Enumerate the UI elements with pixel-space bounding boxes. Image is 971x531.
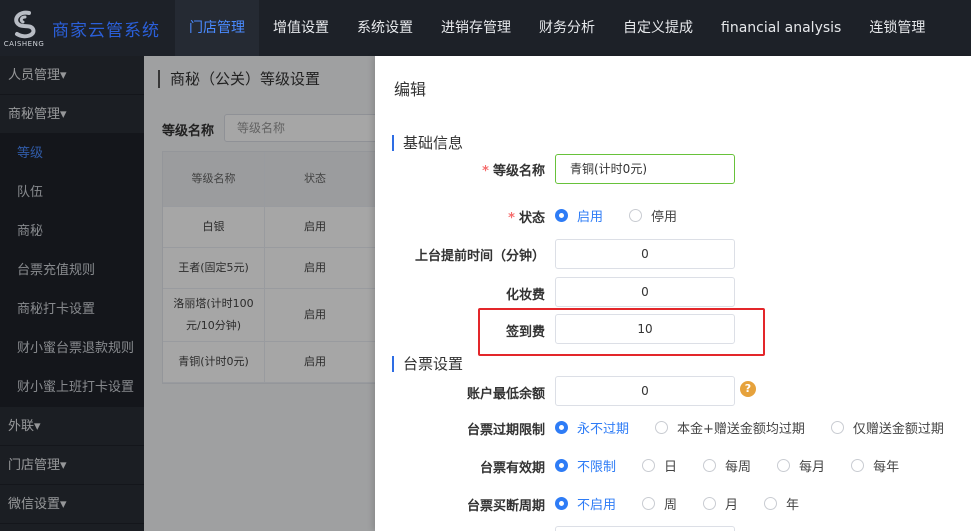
radio-checked-icon — [555, 459, 568, 472]
validity-radio-week[interactable]: 每周 — [703, 456, 751, 475]
level-name-label: * 等级名称 — [375, 160, 545, 179]
edit-drawer: 编辑 基础信息 * 等级名称 青铜(计时0元) * 状态 启用 停用 上台提前时间（… — [375, 56, 971, 531]
radio-label: 月 — [725, 498, 739, 513]
section-ticket-settings: 台票设置 — [392, 356, 463, 372]
nav-financial-analysis-en[interactable]: financial analysis — [707, 0, 855, 56]
radio-unchecked-icon — [655, 421, 669, 434]
logo-mark: CAISHENG — [3, 6, 45, 50]
logo[interactable]: CAISHENG 商家云管系统 — [0, 0, 175, 56]
makeup-fee-input[interactable]: 0 — [555, 277, 735, 307]
top-navbar: CAISHENG 商家云管系统 门店管理 增值设置 系统设置 进销存管理 财务分… — [0, 0, 971, 56]
expire-limit-radio-group: 永不过期 本金+赠送金额均过期 仅赠送金额过期 — [555, 418, 970, 437]
radio-label: 启用 — [577, 210, 604, 225]
required-mark: * — [508, 211, 515, 226]
radio-unchecked-icon — [830, 421, 844, 434]
buyout-radio-week[interactable]: 周 — [642, 494, 677, 513]
status-radio-disabled[interactable]: 停用 — [629, 206, 677, 225]
level-name-label-text: 等级名称 — [492, 164, 545, 179]
radio-unchecked-icon — [629, 209, 643, 222]
validity-radio-year[interactable]: 每年 — [851, 456, 899, 475]
radio-checked-icon — [555, 421, 568, 434]
buyout-radio-year[interactable]: 年 — [764, 494, 799, 513]
section-basic-info: 基础信息 — [392, 135, 463, 151]
min-balance-label: 账户最低余额 — [466, 387, 545, 402]
nav-value-added-settings[interactable]: 增值设置 — [259, 0, 343, 56]
top-menu: 门店管理 增值设置 系统设置 进销存管理 财务分析 自定义提成 financia… — [175, 0, 939, 56]
radio-unchecked-icon — [851, 459, 865, 472]
help-icon[interactable]: ? — [740, 381, 756, 397]
drawer-title: 编辑 — [394, 80, 427, 99]
radio-checked-icon — [555, 497, 568, 510]
buyout-cycle-label: 台票买断周期 — [466, 499, 545, 514]
app-title: 商家云管系统 — [52, 20, 160, 41]
radio-label: 停用 — [651, 210, 678, 225]
status-label: * 状态 — [375, 207, 545, 226]
validity-label: 台票有效期 — [479, 461, 545, 476]
expire-radio-all[interactable]: 本金+赠送金额均过期 — [655, 418, 805, 437]
radio-unchecked-icon — [703, 497, 717, 510]
level-name-input[interactable]: 青铜(计时0元) — [555, 154, 735, 184]
next-field-input-partial[interactable] — [555, 526, 735, 531]
advance-time-label: 上台提前时间（分钟） — [414, 249, 545, 264]
radio-label: 日 — [664, 460, 678, 475]
status-radio-enabled[interactable]: 启用 — [555, 206, 603, 225]
min-balance-input[interactable]: 0 — [555, 376, 735, 406]
radio-label: 永不过期 — [577, 422, 630, 437]
radio-unchecked-icon — [642, 497, 656, 510]
radio-label: 年 — [786, 498, 800, 513]
radio-label: 不启用 — [577, 498, 617, 513]
nav-custom-commission[interactable]: 自定义提成 — [609, 0, 707, 56]
radio-unchecked-icon — [642, 459, 656, 472]
buyout-radio-month[interactable]: 月 — [703, 494, 738, 513]
logo-icon — [14, 10, 36, 38]
expire-radio-gift-only[interactable]: 仅赠送金额过期 — [830, 418, 944, 437]
logo-subtitle: CAISHENG — [3, 39, 45, 48]
makeup-fee-label: 化妆费 — [505, 288, 545, 303]
radio-checked-icon — [555, 209, 568, 222]
nav-inventory[interactable]: 进销存管理 — [427, 0, 525, 56]
radio-unchecked-icon — [764, 497, 778, 510]
validity-radio-unlimited[interactable]: 不限制 — [555, 456, 616, 475]
buyout-cycle-radio-group: 不启用 周 月 年 — [555, 494, 825, 513]
nav-chain-management[interactable]: 连锁管理 — [855, 0, 939, 56]
radio-label: 每周 — [725, 460, 752, 475]
radio-unchecked-icon — [703, 459, 717, 472]
radio-label: 不限制 — [577, 460, 617, 475]
expire-limit-label: 台票过期限制 — [466, 423, 545, 438]
radio-label: 本金+赠送金额均过期 — [677, 422, 805, 437]
nav-system-settings[interactable]: 系统设置 — [343, 0, 427, 56]
nav-store-management[interactable]: 门店管理 — [175, 0, 259, 56]
expire-radio-never[interactable]: 永不过期 — [555, 418, 629, 437]
modal-overlay[interactable] — [0, 56, 375, 531]
radio-label: 每年 — [873, 460, 900, 475]
validity-radio-group: 不限制 日 每周 每月 每年 — [555, 456, 925, 475]
status-radio-group: 启用 停用 — [555, 206, 703, 225]
validity-radio-month[interactable]: 每月 — [777, 456, 825, 475]
radio-unchecked-icon — [777, 459, 791, 472]
highlight-box — [478, 308, 765, 356]
validity-radio-day[interactable]: 日 — [642, 456, 677, 475]
required-mark: * — [482, 164, 489, 179]
nav-finance-analysis[interactable]: 财务分析 — [525, 0, 609, 56]
advance-time-input[interactable]: 0 — [555, 239, 735, 269]
buyout-radio-disabled[interactable]: 不启用 — [555, 494, 616, 513]
radio-label: 仅赠送金额过期 — [852, 422, 944, 437]
status-label-text: 状态 — [518, 211, 545, 226]
radio-label: 每月 — [799, 460, 826, 475]
radio-label: 周 — [664, 498, 678, 513]
